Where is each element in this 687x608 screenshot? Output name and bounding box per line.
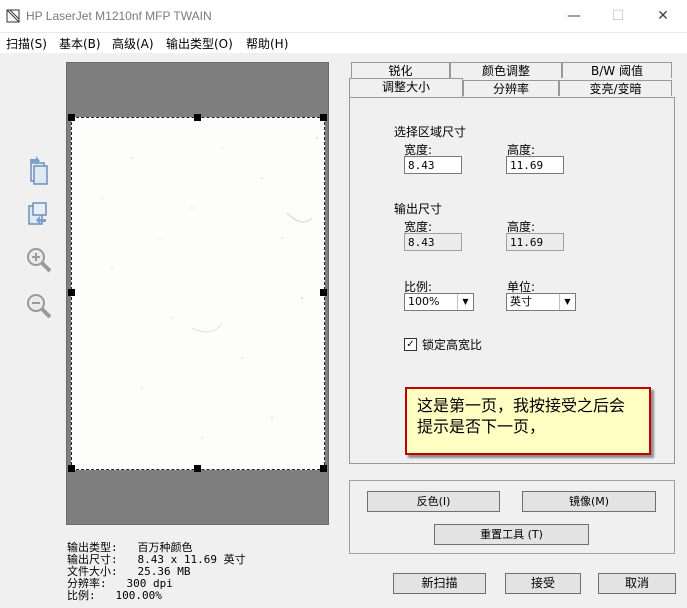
accept-button[interactable]: 接受 xyxy=(505,573,581,594)
menu-help[interactable]: 帮助(H) xyxy=(246,35,288,52)
scale-select[interactable]: 100% ▼ xyxy=(404,293,474,311)
menu-basic[interactable]: 基本(B) xyxy=(59,35,101,52)
sel-height-field[interactable]: 11.69 xyxy=(506,156,564,174)
zoom-out-icon[interactable] xyxy=(22,290,54,322)
maximize-button[interactable]: ☐ xyxy=(595,0,641,32)
crop-handle-br[interactable] xyxy=(320,465,327,472)
unit-select[interactable]: 英寸 ▼ xyxy=(506,293,576,311)
crop-handle-top[interactable] xyxy=(194,114,201,121)
tab-color-adjust[interactable]: 颜色调整 xyxy=(450,62,562,78)
unit-value: 英寸 xyxy=(510,295,532,308)
mirror-button[interactable]: 镜像(M) xyxy=(522,491,656,512)
crop-handle-bl[interactable] xyxy=(68,465,75,472)
scanner-app-icon xyxy=(6,9,20,23)
lock-aspect-checkbox[interactable]: ✓ xyxy=(404,338,417,351)
tab-brightness[interactable]: 变亮/变暗 xyxy=(559,80,672,96)
chevron-down-icon: ▼ xyxy=(559,294,575,310)
minimize-button[interactable]: — xyxy=(551,0,597,32)
crop-handle-tr[interactable] xyxy=(320,114,327,121)
chevron-down-icon: ▼ xyxy=(457,294,473,310)
callout-line-2: 提示是否下一页， xyxy=(417,417,546,436)
out-height-field: 11.69 xyxy=(506,233,564,251)
tab-sharpen[interactable]: 锐化 xyxy=(351,62,450,78)
tab-resize[interactable]: 调整大小 xyxy=(349,78,463,97)
output-size-title: 输出尺寸 xyxy=(394,202,443,216)
rotate-left-icon[interactable] xyxy=(22,155,54,187)
reset-tools-button[interactable]: 重置工具 (T) xyxy=(434,524,589,545)
scan-preview-area[interactable] xyxy=(66,62,329,525)
rotate-right-icon[interactable] xyxy=(22,198,54,230)
zoom-in-icon[interactable] xyxy=(22,244,54,276)
tab-bw-threshold[interactable]: B/W 阈值 xyxy=(562,62,672,78)
out-width-field: 8.43 xyxy=(404,233,462,251)
close-button[interactable]: ✕ xyxy=(640,0,686,32)
invert-button[interactable]: 反色(I) xyxy=(367,491,500,512)
callout-line-1: 这是第一页，我按接受之后会 xyxy=(417,396,626,415)
annotation-callout: 这是第一页，我按接受之后会 提示是否下一页， xyxy=(405,387,651,455)
crop-handle-tl[interactable] xyxy=(68,114,75,121)
menu-output-type[interactable]: 输出类型(O) xyxy=(166,35,233,52)
scanned-page-preview[interactable] xyxy=(71,117,325,470)
crop-handle-bottom[interactable] xyxy=(194,465,201,472)
sel-width-field[interactable]: 8.43 xyxy=(404,156,462,174)
menu-advanced[interactable]: 高级(A) xyxy=(112,35,154,52)
tab-resolution[interactable]: 分辨率 xyxy=(463,80,559,96)
menu-bar: 扫描(S) 基本(B) 高级(A) 输出类型(O) 帮助(H) xyxy=(0,33,687,53)
cancel-button[interactable]: 取消 xyxy=(598,573,676,594)
crop-handle-right[interactable] xyxy=(320,289,327,296)
title-bar: HP LaserJet M1210nf MFP TWAIN — ☐ ✕ xyxy=(0,0,687,33)
menu-scan[interactable]: 扫描(S) xyxy=(6,35,47,52)
paper-speckles xyxy=(101,137,318,439)
scale-value: 100% xyxy=(408,295,440,308)
window-title: HP LaserJet M1210nf MFP TWAIN xyxy=(26,9,212,23)
new-scan-button[interactable]: 新扫描 xyxy=(393,573,486,594)
selection-size-title: 选择区域尺寸 xyxy=(394,125,467,139)
lock-aspect-label: 锁定高宽比 xyxy=(422,338,483,352)
crop-handle-left[interactable] xyxy=(68,289,75,296)
status-scale: 比例: 100.00% xyxy=(67,589,162,602)
